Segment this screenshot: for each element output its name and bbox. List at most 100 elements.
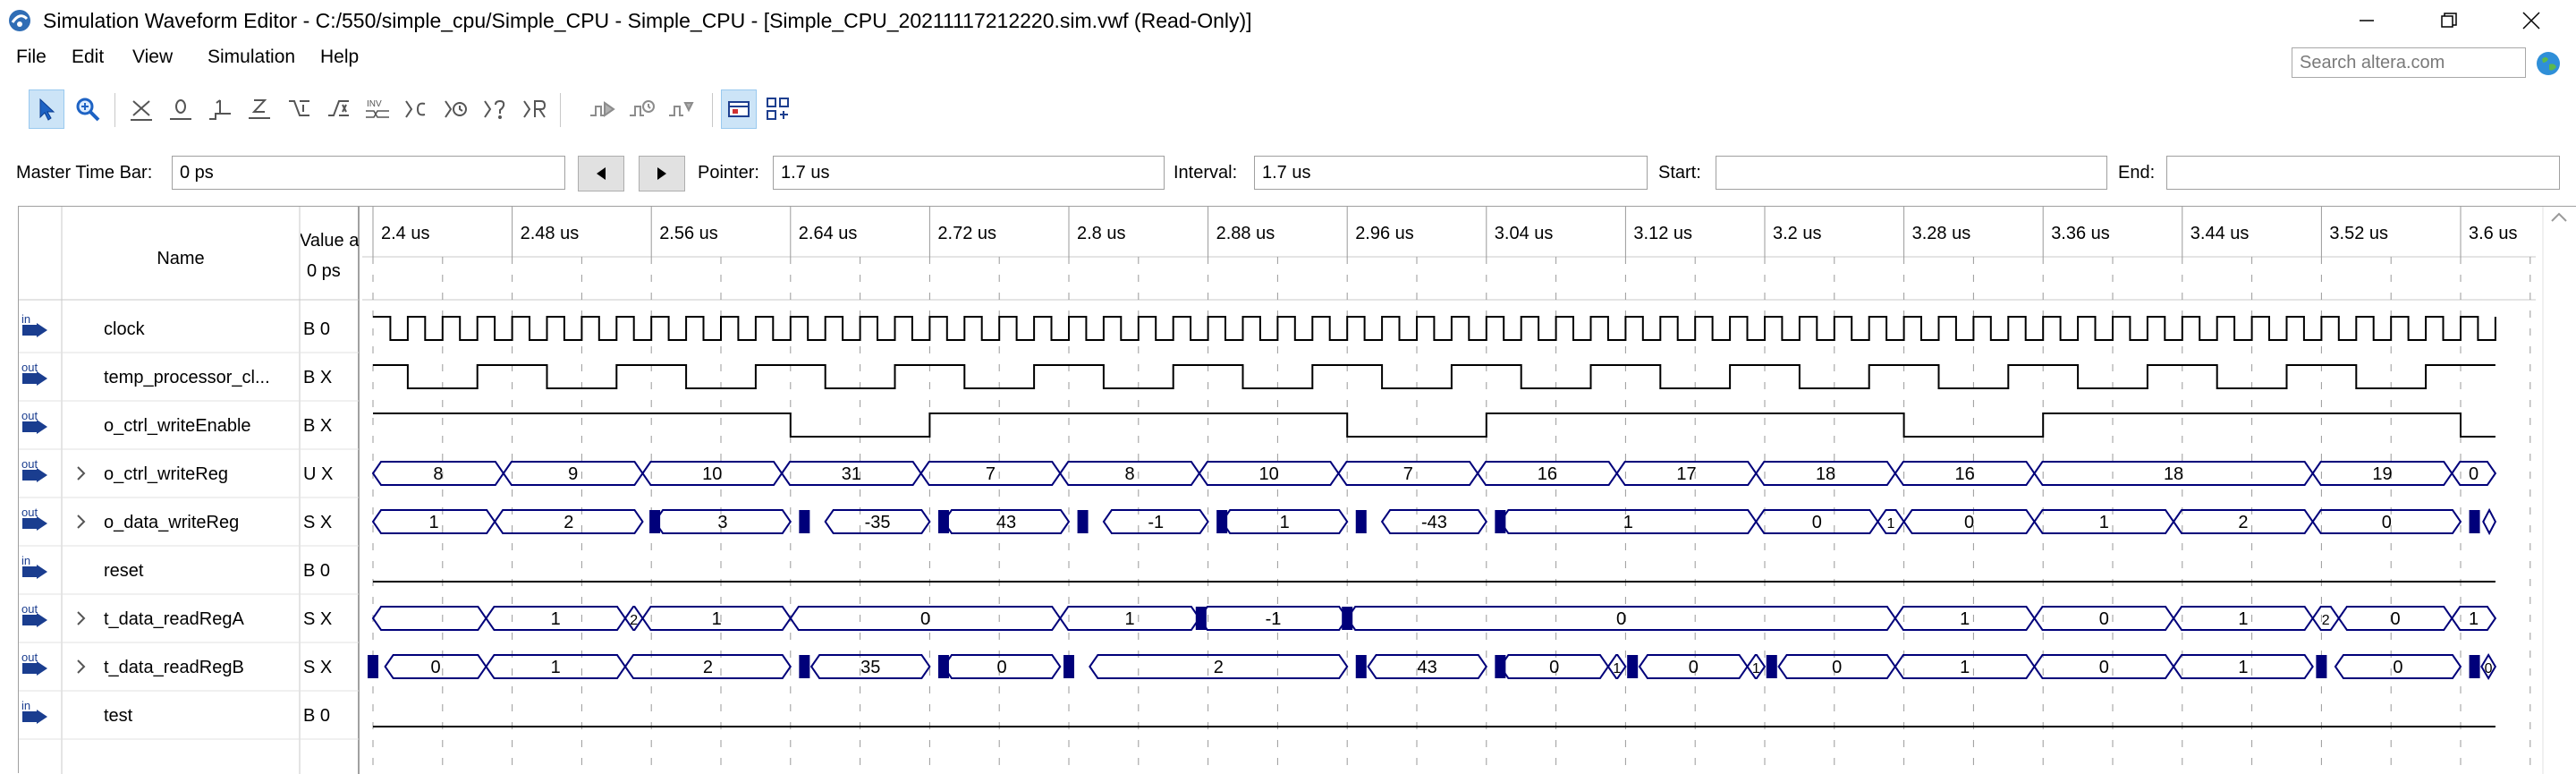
glitch-block — [799, 510, 810, 533]
search-input[interactable] — [2292, 47, 2526, 78]
selection-tool-button[interactable] — [29, 89, 64, 129]
menu-file[interactable]: File — [14, 45, 48, 70]
run-timing-simulation-icon — [630, 100, 655, 116]
weak-low-button[interactable] — [281, 89, 317, 129]
bus-value-label: 3 — [717, 513, 727, 532]
interval-field[interactable] — [1254, 156, 1648, 190]
bus-value-label: 0 — [1549, 658, 1559, 677]
signal-name: clock — [104, 319, 146, 339]
interval-label: Interval: — [1174, 163, 1238, 183]
next-transition-button[interactable] — [639, 156, 685, 191]
bus-value-label: 10 — [702, 464, 722, 484]
restore-icon — [2441, 13, 2457, 28]
forcing-unknown-button[interactable] — [123, 89, 159, 129]
start-field[interactable] — [1716, 156, 2107, 190]
scroll-up-icon[interactable] — [2551, 212, 2567, 222]
time-tick-label: 3.28 us — [1912, 224, 1971, 243]
run-functional-simulation-icon — [590, 101, 615, 117]
end-field[interactable] — [2166, 156, 2560, 190]
bus-value-label: 1 — [2099, 513, 2109, 532]
signal-list-pane — [19, 207, 359, 774]
high-impedance-icon — [249, 99, 270, 119]
globe-icon[interactable] — [2535, 50, 2562, 77]
signal-row-o_data_writeReg[interactable] — [19, 507, 2497, 547]
invert-button[interactable]: INV — [360, 89, 395, 129]
bus-value-label: 0 — [1689, 658, 1699, 677]
bit-waveform — [373, 364, 2496, 389]
signal-value: S X — [303, 513, 332, 532]
menu-help[interactable]: Help — [318, 45, 360, 70]
close-button[interactable] — [2494, 0, 2569, 41]
signal-value: B X — [303, 416, 332, 436]
menu-view[interactable]: View — [131, 45, 174, 70]
bus-value-label: 1 — [1752, 661, 1760, 676]
pin-direction-text: in — [21, 699, 30, 712]
bus-value-label: 0 — [2391, 609, 2401, 629]
signal-row-o_ctrl_writeEnable[interactable] — [19, 413, 2496, 450]
time-tick-label: 2.88 us — [1216, 224, 1275, 243]
grid-button[interactable] — [760, 89, 796, 129]
signal-row-t_data_readRegA[interactable] — [19, 606, 2497, 643]
menu-simulation[interactable]: Simulation — [206, 45, 297, 70]
forcing-high-button[interactable] — [202, 89, 238, 129]
maximize-button[interactable] — [2411, 0, 2487, 41]
bus-value-label: 2 — [703, 658, 713, 677]
signal-row-o_ctrl_writeReg[interactable] — [19, 461, 2497, 498]
run-functional-simulation-button[interactable] — [585, 89, 621, 129]
time-tick-label: 2.72 us — [937, 224, 996, 243]
master-time-bar-field[interactable] — [172, 156, 565, 190]
overwrite-clock-button[interactable] — [438, 89, 474, 129]
glitch-block — [368, 655, 378, 678]
app-logo-icon — [9, 10, 30, 31]
bus-value-label: 16 — [1538, 464, 1557, 484]
weak-high-button[interactable] — [320, 89, 356, 129]
bus-value-label: 1 — [1280, 513, 1290, 532]
forcing-low-button[interactable] — [163, 89, 199, 129]
zoom-tool-icon — [76, 98, 100, 122]
time-tick-label: 3.52 us — [2329, 224, 2388, 243]
random-values-button[interactable] — [478, 89, 513, 129]
bus-value-label: 35 — [860, 658, 880, 677]
random-values-icon — [484, 99, 505, 119]
bus-value-label: 0 — [2382, 513, 2392, 532]
minimize-button[interactable] — [2329, 0, 2404, 41]
time-tick-label: 2.96 us — [1355, 224, 1414, 243]
previous-transition-button[interactable] — [578, 156, 624, 191]
signal-row-test[interactable] — [19, 710, 2496, 740]
menu-edit[interactable]: Edit — [70, 45, 106, 70]
bus-value-label: 1 — [2238, 609, 2248, 629]
generate-netlist-button[interactable] — [664, 89, 699, 129]
signal-value: B 0 — [303, 706, 330, 726]
signal-name: o_ctrl_writeEnable — [104, 416, 251, 436]
count-value-button[interactable] — [399, 89, 435, 129]
high-impedance-button[interactable] — [242, 89, 277, 129]
bit-waveform — [373, 413, 2496, 438]
waveform-canvas[interactable]: Name Value a 0 ps 2.4 us 2.48 us 2.56 us 2.64 … — [19, 207, 2576, 774]
clock-waveform — [373, 316, 2496, 341]
signal-row-t_data_readRegB[interactable] — [19, 653, 2497, 692]
signal-row-temp_processor_cl[interactable] — [19, 364, 2496, 402]
snap-to-grid-button[interactable] — [721, 89, 757, 129]
zoom-tool-button[interactable] — [70, 89, 106, 129]
pin-direction-text: out — [21, 361, 38, 374]
forcing-unknown-icon — [131, 100, 152, 121]
bus-value-label: 16 — [1955, 464, 1975, 484]
bus-value-label: 0 — [997, 658, 1007, 677]
value-column-time: 0 ps — [307, 261, 341, 281]
glitch-block — [1077, 510, 1089, 533]
name-column-header: Name — [157, 249, 204, 268]
signal-name: test — [104, 706, 133, 726]
signal-row-reset[interactable] — [19, 565, 2496, 595]
pointer-field[interactable] — [773, 156, 1165, 190]
run-timing-simulation-button[interactable] — [624, 89, 660, 129]
bus-value-label: 0 — [430, 658, 440, 677]
glitch-block — [1342, 607, 1353, 630]
signal-row-clock[interactable] — [19, 316, 2496, 353]
glitch-block — [649, 510, 661, 533]
glitch-block — [1195, 607, 1207, 630]
toolbar: INV — [0, 88, 2576, 138]
glitch-block — [1063, 655, 1074, 678]
arbitrary-value-button[interactable] — [517, 89, 553, 129]
title-bar: Simulation Waveform Editor - C:/550/simp… — [0, 0, 2576, 41]
generate-netlist-icon — [669, 102, 694, 116]
